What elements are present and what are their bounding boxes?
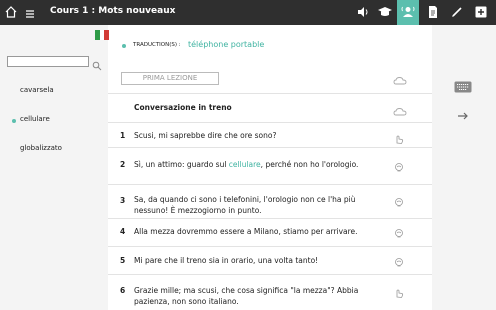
word-detail-panel: TRADUCTION(S) : téléphone portable PRIMA… bbox=[108, 25, 432, 310]
line-text[interactable]: Sì, un attimo: guardo sul cellulare, per… bbox=[134, 159, 374, 170]
lesson-button[interactable]: PRIMA LEZIONE bbox=[121, 72, 219, 85]
line-text-part: Sì, un attimo: guardo sul bbox=[134, 160, 229, 169]
line-text[interactable]: Sa, da quando ci sono i telefonini, l'or… bbox=[134, 194, 374, 216]
keyboard-icon[interactable] bbox=[454, 78, 472, 93]
cloud-icon[interactable] bbox=[393, 102, 407, 116]
line-text[interactable]: Scusi, mi saprebbe dire che ore sono? bbox=[134, 130, 374, 141]
line-number: 5 bbox=[120, 256, 126, 265]
italian-flag-icon bbox=[95, 30, 110, 40]
cloud-icon[interactable] bbox=[393, 71, 407, 85]
search-icon[interactable] bbox=[92, 56, 102, 71]
translation-label: TRADUCTION(S) : bbox=[133, 42, 181, 48]
line-number: 4 bbox=[120, 227, 126, 236]
line-text[interactable]: Mi pare che il treno sia in orario, una … bbox=[134, 255, 374, 266]
learn-button[interactable] bbox=[373, 0, 395, 25]
word-item-selected[interactable]: cellulare bbox=[20, 115, 50, 123]
next-arrow-icon[interactable] bbox=[456, 107, 470, 120]
word-item[interactable]: cavarsela bbox=[20, 86, 54, 94]
translation-value: téléphone portable bbox=[188, 40, 265, 49]
divider bbox=[108, 218, 432, 219]
line-text[interactable]: Alla mezza dovremmo essere a Milano, sti… bbox=[134, 226, 374, 237]
listen-mode-button[interactable] bbox=[397, 0, 419, 25]
hand-icon[interactable] bbox=[393, 284, 407, 298]
search-input[interactable] bbox=[7, 56, 89, 67]
home-icon[interactable] bbox=[4, 4, 20, 20]
word-list-panel: cavarsela cellulare globalizzato bbox=[0, 25, 108, 310]
document-button[interactable] bbox=[422, 0, 444, 25]
word-item[interactable]: globalizzato bbox=[20, 144, 62, 152]
conversation-title: Conversazione in treno bbox=[134, 103, 232, 112]
line-text-part: , perché non ho l'orologio. bbox=[260, 160, 359, 169]
top-bar: Cours 1 : Mots nouveaux bbox=[0, 0, 496, 25]
divider bbox=[108, 93, 432, 94]
add-button[interactable] bbox=[470, 0, 492, 25]
divider bbox=[108, 184, 432, 185]
divider bbox=[108, 274, 432, 275]
divider bbox=[108, 147, 432, 148]
selected-dot bbox=[12, 119, 16, 123]
listen-icon[interactable] bbox=[393, 159, 407, 172]
hand-icon[interactable] bbox=[393, 130, 407, 144]
line-number: 6 bbox=[120, 286, 126, 295]
line-text[interactable]: Grazie mille; ma scusi, che cosa signifi… bbox=[134, 285, 374, 307]
line-number: 2 bbox=[120, 160, 126, 169]
line-number: 1 bbox=[120, 131, 126, 140]
listen-icon[interactable] bbox=[393, 225, 407, 238]
menu-icon[interactable] bbox=[25, 5, 37, 19]
listen-icon[interactable] bbox=[393, 254, 407, 267]
highlighted-word: cellulare bbox=[228, 160, 261, 169]
line-number: 3 bbox=[120, 196, 126, 205]
divider bbox=[108, 246, 432, 247]
translation-dot bbox=[122, 44, 126, 48]
page-title: Cours 1 : Mots nouveaux bbox=[50, 6, 176, 16]
listen-icon[interactable] bbox=[393, 194, 407, 207]
edit-button[interactable] bbox=[446, 0, 468, 25]
audio-button[interactable] bbox=[352, 0, 374, 25]
divider bbox=[108, 122, 432, 123]
